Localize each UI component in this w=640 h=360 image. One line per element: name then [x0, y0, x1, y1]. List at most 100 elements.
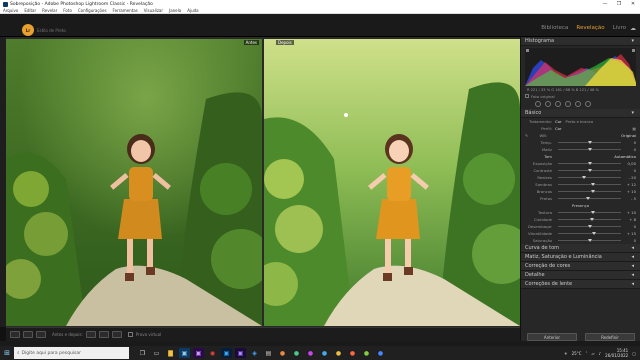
- minimize-button[interactable]: —: [598, 0, 612, 8]
- after-effects-icon[interactable]: ▣: [235, 348, 246, 358]
- crop-tool-icon[interactable]: [535, 101, 541, 107]
- tone-auto-button[interactable]: Automático: [614, 154, 636, 159]
- widgets-icon[interactable]: ▭: [151, 348, 162, 358]
- slider-track[interactable]: [558, 168, 621, 172]
- store-icon[interactable]: ▤: [263, 348, 274, 358]
- slider-track[interactable]: [558, 140, 621, 144]
- loupe-view-button[interactable]: [10, 331, 20, 338]
- slider-value[interactable]: 0: [624, 238, 636, 243]
- slider-value[interactable]: - 20: [624, 175, 636, 180]
- app-icon-8[interactable]: ●: [375, 348, 386, 358]
- file-explorer-icon[interactable]: ▇: [165, 348, 176, 358]
- slider-knob[interactable]: [582, 175, 587, 179]
- wb-eyedropper-icon[interactable]: ✎: [525, 133, 528, 138]
- slider-knob[interactable]: [587, 238, 592, 242]
- slider-value[interactable]: + 15: [624, 231, 636, 236]
- module-revelacao[interactable]: Revelação: [576, 25, 604, 31]
- chevron-up-icon[interactable]: ˄: [586, 351, 588, 356]
- slider-value[interactable]: + 12: [624, 182, 636, 187]
- task-view-icon[interactable]: ❐: [137, 348, 148, 358]
- histogram[interactable]: [525, 48, 636, 86]
- menu-ferramentas[interactable]: Ferramentas: [113, 8, 138, 13]
- explorer-icon[interactable]: ◈: [249, 348, 260, 358]
- treatment-color-option[interactable]: Cor: [555, 119, 562, 124]
- photoshop-icon[interactable]: ▣: [221, 348, 232, 358]
- slider-knob[interactable]: [590, 217, 595, 221]
- slider-knob[interactable]: [587, 161, 592, 165]
- slider-knob[interactable]: [587, 147, 592, 151]
- maximize-button[interactable]: ❐: [612, 0, 626, 8]
- slider-track[interactable]: [558, 196, 621, 200]
- slider-value[interactable]: 0,00: [624, 161, 636, 166]
- slider-value[interactable]: 0: [624, 168, 636, 173]
- slider-value[interactable]: 0: [624, 140, 636, 145]
- slider-knob[interactable]: [591, 182, 596, 186]
- panel-header-collapsed[interactable]: Correção de cores ◂: [521, 262, 640, 271]
- slider-value[interactable]: + 10: [624, 189, 636, 194]
- spot-removal-tool-icon[interactable]: [545, 101, 551, 107]
- premiere-icon[interactable]: ▣: [193, 348, 204, 358]
- menu-janela[interactable]: Janela: [169, 8, 181, 13]
- slider-value[interactable]: - 5: [624, 196, 636, 201]
- slider-value[interactable]: + 8: [624, 217, 636, 222]
- slider-track[interactable]: [558, 238, 621, 242]
- slider-track[interactable]: [558, 175, 621, 179]
- slider-knob[interactable]: [590, 189, 595, 193]
- panel-header-collapsed[interactable]: Detalhe ◂: [521, 271, 640, 280]
- swap-button[interactable]: [111, 331, 122, 338]
- slider-track[interactable]: [558, 182, 621, 186]
- profile-browser-icon[interactable]: ▦: [632, 126, 636, 131]
- slider-track[interactable]: [558, 189, 621, 193]
- slider-knob[interactable]: [591, 231, 596, 235]
- windows-start-icon[interactable]: ⊞: [0, 346, 14, 360]
- slider-knob[interactable]: [587, 140, 592, 144]
- network-icon[interactable]: ▱: [592, 351, 595, 356]
- clipping-shadows-icon[interactable]: [526, 49, 529, 52]
- app-icon-1[interactable]: ●: [277, 348, 288, 358]
- basic-panel-header[interactable]: Básico ▾: [521, 109, 640, 118]
- copy-after-button[interactable]: [98, 331, 109, 338]
- app-icon-6[interactable]: ●: [347, 348, 358, 358]
- slider-knob[interactable]: [587, 168, 592, 172]
- photo-viewer[interactable]: Antes Depois: [6, 37, 520, 327]
- radial-filter-icon[interactable]: [575, 101, 581, 107]
- app-icon-3[interactable]: ●: [305, 348, 316, 358]
- panel-header-collapsed[interactable]: Correções de lente ◂: [521, 280, 640, 289]
- panel-header-collapsed[interactable]: Curva de tom ◂: [521, 244, 640, 253]
- app-icon-5[interactable]: ●: [333, 348, 344, 358]
- profile-select[interactable]: Cor: [555, 126, 562, 131]
- close-button[interactable]: ✕: [626, 0, 640, 8]
- chrome-icon[interactable]: ◉: [207, 348, 218, 358]
- grid-view-button[interactable]: [23, 331, 33, 338]
- reset-button[interactable]: Redefinir: [585, 333, 635, 341]
- slider-track[interactable]: [558, 217, 621, 221]
- app-icon-2[interactable]: ●: [291, 348, 302, 358]
- slider-knob[interactable]: [590, 210, 595, 214]
- clipping-highlights-icon[interactable]: [632, 49, 635, 52]
- slider-track[interactable]: [558, 224, 621, 228]
- slider-track[interactable]: [558, 161, 621, 165]
- slider-track[interactable]: [558, 147, 621, 151]
- slider-track[interactable]: [558, 210, 621, 214]
- menu-arquivo[interactable]: Arquivo: [3, 8, 18, 13]
- notifications-icon[interactable]: ▢: [632, 351, 636, 356]
- cloud-sync-icon[interactable]: ☁: [630, 25, 636, 32]
- slider-knob[interactable]: [587, 224, 592, 228]
- slider-value[interactable]: + 10: [624, 210, 636, 215]
- menu-visualizar[interactable]: Visualizar: [144, 8, 163, 13]
- red-eye-tool-icon[interactable]: [555, 101, 561, 107]
- adjustment-brush-icon[interactable]: [585, 101, 591, 107]
- taskbar-search[interactable]: ⌕ Digite aqui para pesquisar: [14, 347, 129, 359]
- previous-button[interactable]: Anterior: [527, 333, 577, 341]
- volume-icon[interactable]: ♪: [599, 351, 602, 356]
- panel-header-collapsed[interactable]: Matiz, Saturação e Luminância ◂: [521, 253, 640, 262]
- app-icon-7[interactable]: ●: [361, 348, 372, 358]
- app-icon-4[interactable]: ●: [319, 348, 330, 358]
- graduated-filter-icon[interactable]: [565, 101, 571, 107]
- slider-value[interactable]: 0: [624, 147, 636, 152]
- histogram-header[interactable]: Histograma ▾: [521, 37, 640, 46]
- slider-knob[interactable]: [586, 196, 591, 200]
- menu-ajuda[interactable]: Ajuda: [187, 8, 198, 13]
- lightroom-taskbar-icon[interactable]: ▣: [179, 348, 190, 358]
- wb-select[interactable]: Original: [621, 133, 636, 138]
